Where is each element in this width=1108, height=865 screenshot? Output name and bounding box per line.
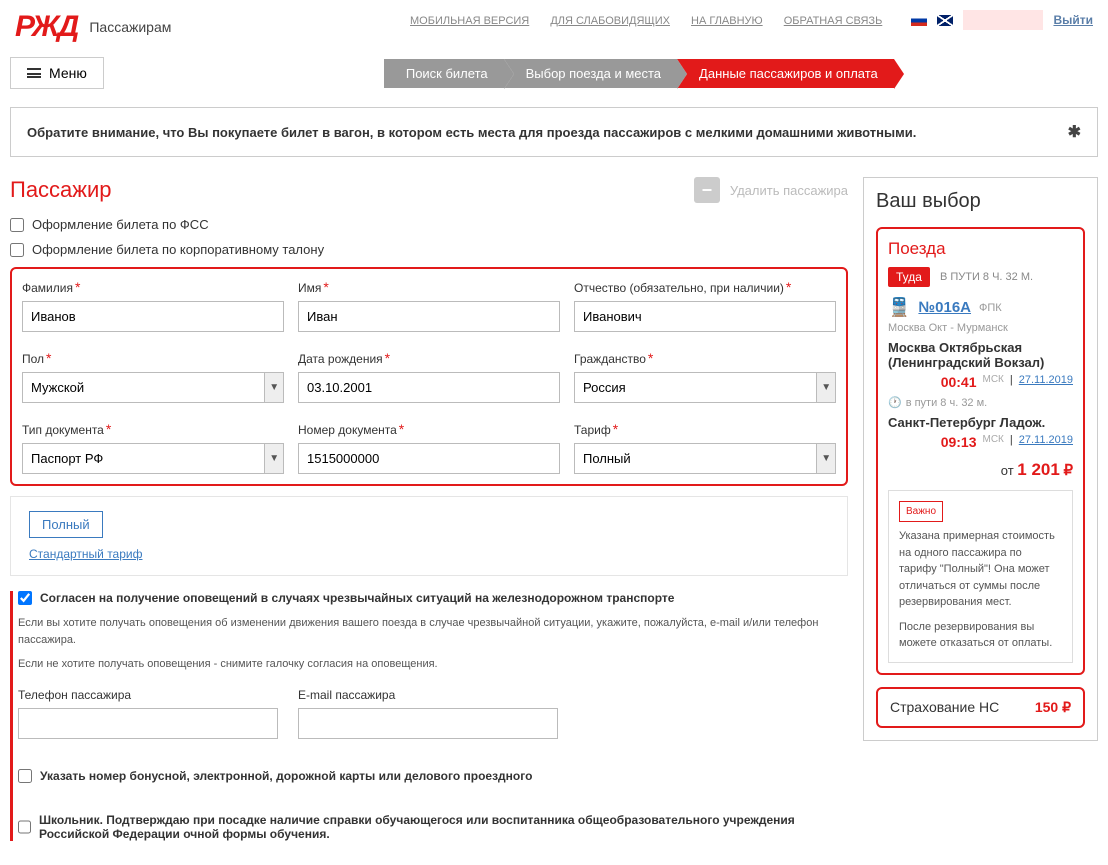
docnum-label: Номер документа (298, 423, 397, 437)
patronymic-label: Отчество (обязательно, при наличии) (574, 281, 784, 295)
feedback-link[interactable]: ОБРАТНАЯ СВЯЗЬ (784, 15, 883, 27)
notice-text: Обратите внимание, что Вы покупаете биле… (27, 125, 916, 140)
citizenship-label: Гражданство (574, 352, 646, 366)
phone-label: Телефон пассажира (18, 688, 278, 702)
school-checkbox[interactable] (18, 820, 31, 834)
to-date[interactable]: 27.11.2019 (1019, 434, 1073, 450)
clock-icon: 🕐 (888, 396, 902, 409)
ruble-icon: ₽ (1063, 462, 1073, 479)
from-station: Москва Октябрьская (Ленинградский Вокзал… (888, 340, 1073, 370)
passenger-title: Пассажир (10, 177, 112, 203)
chevron-down-icon[interactable]: ▼ (265, 372, 284, 403)
birthdate-label: Дата рождения (298, 352, 383, 366)
menu-label: Меню (49, 65, 87, 81)
insurance-box[interactable]: Страхование НС 150 ₽ (876, 687, 1085, 728)
gear-icon[interactable]: ✱ (1068, 122, 1081, 142)
bc-step-search[interactable]: Поиск билета (384, 59, 504, 88)
ruble-icon: ₽ (1062, 699, 1071, 715)
route: Москва Окт - Мурманск (888, 322, 1073, 334)
bonus-label: Указать номер бонусной, электронной, дор… (40, 769, 532, 783)
doctype-select[interactable] (22, 443, 265, 474)
insurance-price: 150 (1035, 699, 1058, 715)
important-box: Важно Указана примерная стоимость на одн… (888, 490, 1073, 663)
train-operator: ФПК (979, 302, 1002, 314)
tariff-name: Полный (29, 511, 103, 538)
passenger-form: Фамилия* Имя* Отчество (обязательно, при… (10, 267, 848, 486)
docnum-input[interactable] (298, 443, 560, 474)
chevron-down-icon[interactable]: ▼ (265, 443, 284, 474)
consent-title: Согласен на получение оповещений в случа… (40, 591, 674, 605)
corp-label: Оформление билета по корпоративному тало… (32, 242, 324, 257)
important-badge: Важно (899, 501, 943, 522)
sidebar: Ваш выбор Поезда Туда В ПУТИ 8 Ч. 32 М. … (863, 177, 1098, 741)
important-text2: После резервирования вы можете отказатьс… (899, 619, 1062, 652)
bc-step-payment: Данные пассажиров и оплата (677, 59, 894, 88)
home-link[interactable]: НА ГЛАВНУЮ (691, 15, 763, 27)
trains-box: Поезда Туда В ПУТИ 8 Ч. 32 М. 🚆 №016А ФП… (876, 227, 1085, 675)
menu-button[interactable]: Меню (10, 57, 104, 89)
consent-checkbox[interactable] (18, 591, 32, 605)
corp-checkbox[interactable] (10, 243, 24, 257)
logo-text: РЖД (15, 10, 77, 44)
tariff-label: Тариф (574, 423, 611, 437)
tariff-sub[interactable]: Стандартный тариф (29, 547, 142, 561)
price-from: от (1001, 463, 1014, 478)
patronymic-input[interactable] (574, 301, 836, 332)
from-tz: МСК (983, 374, 1004, 390)
school-label: Школьник. Подтверждаю при посадке наличи… (39, 813, 848, 841)
flag-ru-icon[interactable] (911, 15, 927, 26)
insurance-label: Страхование НС (890, 699, 999, 715)
email-input[interactable] (298, 708, 558, 739)
consent-text1: Если вы хотите получать оповещения об из… (18, 615, 848, 648)
to-tz: МСК (983, 434, 1004, 450)
accessibility-link[interactable]: ДЛЯ СЛАБОВИДЯЩИХ (550, 15, 670, 27)
fss-checkbox[interactable] (10, 218, 24, 232)
price: 1 201 (1017, 460, 1060, 479)
mobile-link[interactable]: МОБИЛЬНАЯ ВЕРСИЯ (410, 15, 529, 27)
travel-time: В ПУТИ 8 Ч. 32 М. (940, 271, 1033, 283)
flag-en-icon[interactable] (937, 15, 953, 26)
gender-label: Пол (22, 352, 44, 366)
doctype-label: Тип документа (22, 423, 104, 437)
citizenship-select[interactable] (574, 372, 817, 403)
lastname-label: Фамилия (22, 281, 73, 295)
chevron-down-icon[interactable]: ▼ (817, 443, 836, 474)
bc-step-select[interactable]: Выбор поезда и места (504, 59, 677, 88)
tariff-select[interactable] (574, 443, 817, 474)
logo-subtitle: Пассажирам (89, 19, 171, 35)
user-badge[interactable] (963, 10, 1043, 30)
trains-label: Поезда (888, 239, 1073, 259)
from-time: 00:41 (941, 374, 977, 390)
fss-label: Оформление билета по ФСС (32, 217, 209, 232)
firstname-input[interactable] (298, 301, 560, 332)
bonus-checkbox[interactable] (18, 769, 32, 783)
notice-bar: Обратите внимание, что Вы покупаете биле… (10, 107, 1098, 157)
lastname-input[interactable] (22, 301, 284, 332)
firstname-label: Имя (298, 281, 321, 295)
birthdate-input[interactable] (298, 372, 560, 403)
important-text1: Указана примерная стоимость на одного па… (899, 528, 1062, 611)
phone-input[interactable] (18, 708, 278, 739)
to-time: 09:13 (941, 434, 977, 450)
chevron-down-icon[interactable]: ▼ (817, 372, 836, 403)
duration-text: в пути 8 ч. 32 м. (906, 397, 988, 409)
breadcrumb: Поиск билета Выбор поезда и места Данные… (384, 59, 894, 88)
delete-passenger-button[interactable]: − (694, 177, 720, 203)
to-station: Санкт-Петербург Ладож. (888, 415, 1073, 430)
logout-link[interactable]: Выйти (1053, 13, 1093, 27)
sidebar-title: Ваш выбор (876, 190, 1085, 213)
tariff-info: Полный Стандартный тариф (10, 496, 848, 576)
hamburger-icon (27, 68, 41, 78)
gender-select[interactable] (22, 372, 265, 403)
logo[interactable]: РЖД Пассажирам (15, 10, 171, 44)
train-number[interactable]: №016А (918, 299, 971, 316)
from-date[interactable]: 27.11.2019 (1019, 374, 1073, 390)
direction-badge: Туда (888, 267, 930, 287)
top-links: МОБИЛЬНАЯ ВЕРСИЯ ДЛЯ СЛАБОВИДЯЩИХ НА ГЛА… (410, 15, 900, 27)
train-icon: 🚆 (888, 297, 910, 318)
consent-text2: Если не хотите получать оповещения - сни… (18, 656, 848, 673)
email-label: E-mail пассажира (298, 688, 558, 702)
delete-passenger-label: Удалить пассажира (730, 183, 848, 198)
